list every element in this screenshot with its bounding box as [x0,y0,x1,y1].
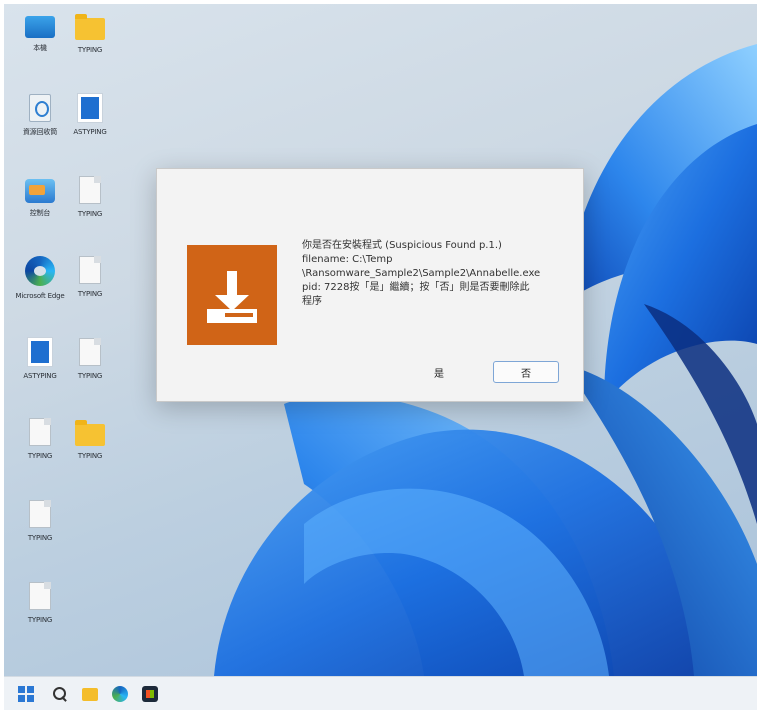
desktop-icon-label: Microsoft Edge [15,292,65,300]
store-icon[interactable] [142,686,158,702]
desktop-icon-file[interactable]: TYPING [62,176,118,219]
message-line: \Ransomware_Sample2\Sample2\Annabelle.ex… [302,268,541,279]
desktop-icon-label: TYPING [27,452,53,460]
desktop-icon-control-panel[interactable]: 控制台 [12,176,68,218]
desktop-icon-label: TYPING [27,534,53,542]
desktop-icon-edge[interactable]: Microsoft Edge [12,256,68,301]
desktop-icon-file[interactable]: TYPING [12,582,68,625]
desktop-icon-file[interactable]: TYPING [62,256,118,299]
desktop-icon-label: ASTYPING [73,128,107,136]
folder-icon [75,14,105,40]
yes-button[interactable]: 是 [407,361,471,383]
desktop-icon-label: TYPING [77,452,103,460]
desktop-icon-label: TYPING [77,290,103,298]
file-explorer-icon[interactable] [82,688,98,701]
dialog-titlebar[interactable] [157,169,583,185]
edge-icon [25,256,55,286]
file-icon [79,176,101,204]
desktop-icon-document[interactable]: ASTYPING [12,337,68,381]
message-line: pid: 7228按「是」繼續；按「否」則是否要刪除此 [302,282,530,293]
file-icon [79,338,101,366]
document-icon [77,93,103,123]
desktop-icon-recycle-bin[interactable]: 資源回收筒 [12,94,68,137]
desktop-icon-folder[interactable]: TYPING [62,418,118,461]
message-line: 程序 [302,296,322,307]
desktop-icon-label: TYPING [77,46,103,54]
no-button[interactable]: 否 [493,361,559,383]
desktop-icon-label: 控制台 [29,209,51,217]
control-panel-icon [25,179,55,203]
monitor-icon [25,16,55,38]
desktop-icon-label: 本機 [33,44,47,52]
desktop-icon-label: TYPING [77,210,103,218]
desktop-icon-label: ASTYPING [23,372,57,380]
search-icon[interactable] [52,686,68,702]
edge-icon[interactable] [112,686,128,702]
file-icon [79,256,101,284]
desktop-icon-this-pc[interactable]: 本機 [12,12,68,53]
message-line: filename: C:\Temp [302,254,393,265]
desktop-icon-label: TYPING [27,616,53,624]
folder-icon [75,420,105,446]
desktop-icon-label: TYPING [77,372,103,380]
download-icon [187,245,277,345]
desktop-icon-folder[interactable]: TYPING [62,12,118,55]
desktop-icon-document[interactable]: ASTYPING [62,93,118,137]
taskbar [4,676,757,710]
start-icon[interactable] [18,686,34,702]
desktop-icon-file[interactable]: TYPING [12,418,68,461]
desktop-icon-file[interactable]: TYPING [62,338,118,381]
desktop-icon-file[interactable]: TYPING [12,500,68,543]
document-icon [27,337,53,367]
recycle-bin-icon [29,94,51,122]
file-icon [29,582,51,610]
file-icon [29,500,51,528]
desktop-icon-label: 資源回收筒 [23,128,57,136]
suspicious-file-dialog: 你是否在安裝程式 (Suspicious Found p.1.) filenam… [156,168,584,402]
file-icon [29,418,51,446]
message-line: 你是否在安裝程式 (Suspicious Found p.1.) [302,240,502,251]
dialog-message: 你是否在安裝程式 (Suspicious Found p.1.) filenam… [302,239,562,309]
